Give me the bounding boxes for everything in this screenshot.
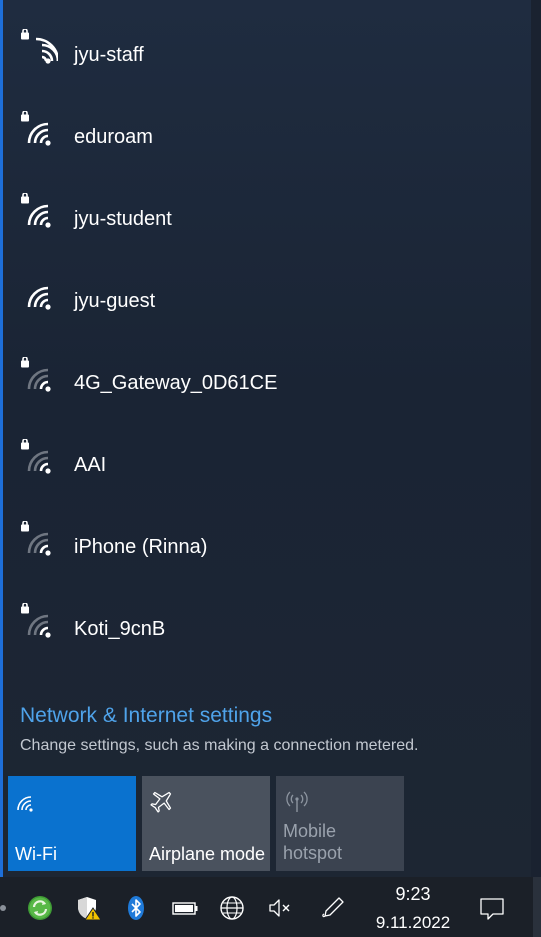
network-name: jyu-staff	[74, 44, 144, 66]
volume-muted-icon[interactable]	[267, 895, 293, 921]
network-name: jyu-guest	[74, 290, 156, 312]
wifi-open-icon	[27, 286, 51, 310]
network-name: eduroam	[74, 126, 153, 148]
network-name: iPhone (Rinna)	[74, 536, 208, 558]
network-name: AAI	[74, 454, 107, 476]
network-list: jyu-staff eduroam jyu-student jyu-guest …	[0, 13, 531, 669]
clock-date: 9.11.2022	[375, 913, 451, 932]
network-item[interactable]: Koti_9cnB	[0, 587, 531, 669]
network-name: Koti_9cnB	[74, 618, 166, 640]
wifi-secured-icon	[21, 193, 51, 228]
taskbar-clock[interactable]: 9:23 9.11.2022	[358, 882, 468, 935]
mobile-hotspot-tile[interactable]: Mobile hotspot	[276, 776, 404, 871]
wifi-weak-secured-icon	[21, 521, 51, 556]
hotspot-icon	[286, 791, 308, 812]
network-item[interactable]: 4G_Gateway_0D61CE	[0, 341, 531, 423]
flyout-scrollbar-track[interactable]	[531, 0, 541, 877]
quick-action-tiles: Wi-Fi Airplane mode Mobile hotspot	[8, 776, 408, 871]
pen-icon[interactable]	[320, 895, 346, 921]
hotspot-label-line1: Mobile	[283, 821, 337, 841]
wifi-toggle-tile[interactable]: Wi-Fi	[8, 776, 136, 871]
network-name: jyu-student	[74, 208, 172, 230]
wifi-weak-secured-icon	[21, 357, 51, 392]
network-flyout: jyu-staff eduroam jyu-student jyu-guest …	[0, 0, 541, 877]
battery-icon[interactable]	[172, 895, 198, 921]
clock-time: 9:23	[395, 884, 431, 904]
network-item[interactable]: jyu-guest	[0, 259, 531, 341]
network-item[interactable]: iPhone (Rinna)	[0, 505, 531, 587]
notification-icon[interactable]	[479, 895, 505, 921]
show-desktop-button[interactable]	[533, 877, 541, 937]
network-settings-description: Change settings, such as making a connec…	[20, 737, 419, 754]
overflow-icon[interactable]	[0, 895, 10, 921]
network-item[interactable]: eduroam	[0, 95, 531, 177]
airplane-mode-tile[interactable]: Airplane mode	[142, 776, 270, 871]
airplane-icon	[150, 791, 172, 813]
network-item[interactable]: jyu-staff	[0, 13, 531, 95]
wifi-icon	[17, 796, 33, 812]
airplane-tile-label: Airplane mode	[149, 844, 266, 864]
network-item[interactable]: jyu-student	[0, 177, 531, 259]
bluetooth-icon[interactable]	[123, 895, 149, 921]
wifi-secured-icon	[21, 29, 58, 64]
taskbar: 9:23 9.11.2022	[0, 877, 541, 937]
wifi-tile-label: Wi-Fi	[15, 844, 57, 864]
network-name: 4G_Gateway_0D61CE	[74, 372, 278, 394]
globe-network-icon[interactable]	[219, 895, 245, 921]
hotspot-tile-label: Mobile hotspot	[283, 820, 342, 864]
hotspot-label-line2: hotspot	[283, 843, 343, 863]
network-item[interactable]: AAI	[0, 423, 531, 505]
shield-warning-icon[interactable]	[76, 895, 102, 921]
network-settings-link[interactable]: Network & Internet settings	[20, 704, 272, 728]
sync-icon[interactable]	[27, 895, 53, 921]
wifi-secured-icon	[21, 111, 51, 146]
wifi-weak-secured-icon	[21, 439, 51, 474]
wifi-weak-secured-icon	[21, 603, 51, 638]
